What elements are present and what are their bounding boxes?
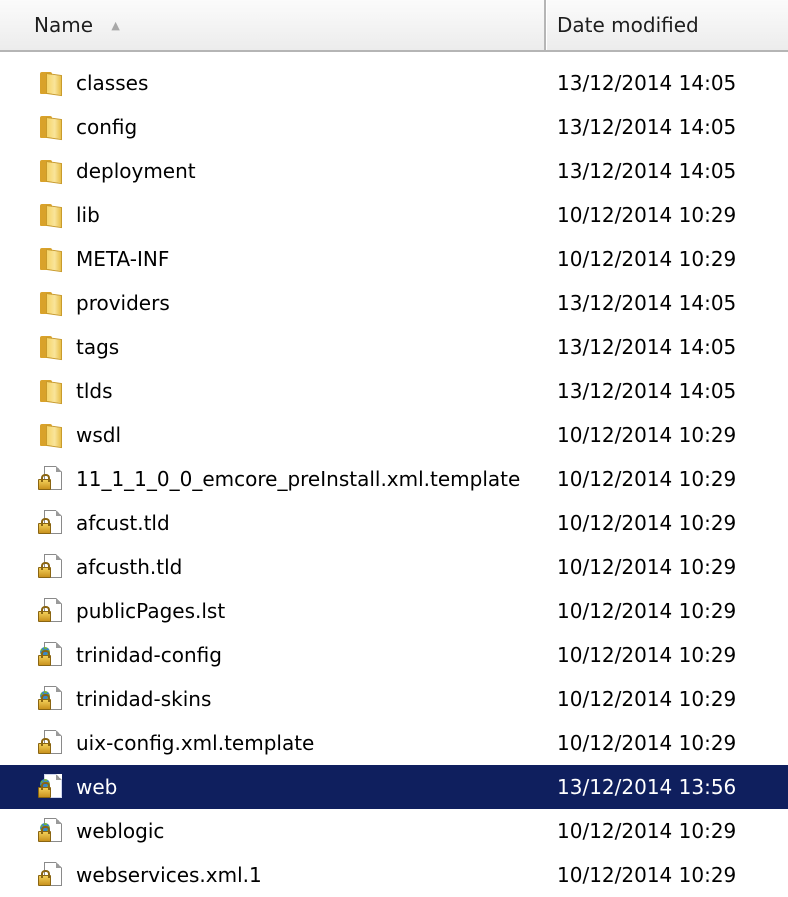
- folder-icon: [38, 158, 64, 185]
- file-row[interactable]: deployment 13/12/2014 14:05: [0, 149, 788, 193]
- file-date-modified: 13/12/2014 14:05: [557, 159, 737, 183]
- file-date-modified: 13/12/2014 14:05: [557, 379, 737, 403]
- folder-icon: [38, 246, 64, 273]
- folder-icon: [38, 422, 64, 449]
- file-date-modified: 10/12/2014 10:29: [557, 863, 737, 887]
- file-row[interactable]: config 13/12/2014 14:05: [0, 105, 788, 149]
- file-row[interactable]: lib 10/12/2014 10:29: [0, 193, 788, 237]
- folder-icon: [38, 290, 64, 317]
- file-row[interactable]: afcust.tld 10/12/2014 10:29: [0, 501, 788, 545]
- locked-file-icon: [38, 862, 64, 888]
- file-row[interactable]: trinidad-skins 10/12/2014 10:29: [0, 677, 788, 721]
- file-name: webservices.xml.1: [76, 863, 262, 887]
- file-name: classes: [76, 71, 149, 95]
- locked-file-icon: [38, 466, 64, 492]
- file-name: tags: [76, 335, 120, 359]
- file-name: trinidad-skins: [76, 687, 212, 711]
- file-date-modified: 10/12/2014 10:29: [557, 599, 737, 623]
- column-header-name[interactable]: Name ▲: [0, 0, 546, 50]
- file-row[interactable]: classes 13/12/2014 14:05: [0, 61, 788, 105]
- locked-file-icon: [38, 510, 64, 536]
- file-date-modified: 10/12/2014 10:29: [557, 731, 737, 755]
- file-date-modified: 10/12/2014 10:29: [557, 511, 737, 535]
- file-name: web: [76, 775, 118, 799]
- config-file-icon: [38, 642, 64, 668]
- file-row[interactable]: wsdl 10/12/2014 10:29: [0, 413, 788, 457]
- config-file-icon: [38, 686, 64, 712]
- file-name: trinidad-config: [76, 643, 222, 667]
- file-date-modified: 13/12/2014 14:05: [557, 115, 737, 139]
- file-name: tlds: [76, 379, 113, 403]
- column-header-name-label: Name: [34, 13, 94, 37]
- file-date-modified: 13/12/2014 14:05: [557, 291, 737, 315]
- file-row[interactable]: publicPages.lst 10/12/2014 10:29: [0, 589, 788, 633]
- file-date-modified: 13/12/2014 13:56: [557, 775, 737, 799]
- column-header-date-modified[interactable]: Date modified: [546, 0, 788, 50]
- file-date-modified: 10/12/2014 10:29: [557, 467, 737, 491]
- folder-icon: [38, 202, 64, 229]
- file-list-pane: Name ▲ Date modified classes 13/12/2014 1…: [0, 0, 788, 896]
- file-date-modified: 10/12/2014 10:29: [557, 423, 737, 447]
- file-name: config: [76, 115, 138, 139]
- folder-icon: [38, 114, 64, 141]
- file-name: providers: [76, 291, 170, 315]
- column-header: Name ▲ Date modified: [0, 0, 788, 52]
- file-name: uix-config.xml.template: [76, 731, 315, 755]
- file-name: afcusth.tld: [76, 555, 183, 579]
- locked-file-icon: [38, 730, 64, 756]
- file-name: publicPages.lst: [76, 599, 226, 623]
- file-date-modified: 10/12/2014 10:29: [557, 819, 737, 843]
- file-date-modified: 10/12/2014 10:29: [557, 643, 737, 667]
- locked-file-icon: [38, 598, 64, 624]
- file-name: afcust.tld: [76, 511, 170, 535]
- file-name: META-INF: [76, 247, 170, 271]
- column-header-date-label: Date modified: [557, 13, 699, 37]
- file-date-modified: 10/12/2014 10:29: [557, 247, 737, 271]
- file-date-modified: 10/12/2014 10:29: [557, 687, 737, 711]
- file-date-modified: 10/12/2014 10:29: [557, 203, 737, 227]
- file-name: lib: [76, 203, 100, 227]
- file-name: 11_1_1_0_0_emcore_preInstall.xml.templat…: [76, 467, 521, 491]
- folder-icon: [38, 378, 64, 405]
- file-row[interactable]: providers 13/12/2014 14:05: [0, 281, 788, 325]
- folder-icon: [38, 334, 64, 361]
- file-name: weblogic: [76, 819, 165, 843]
- file-row[interactable]: tags 13/12/2014 14:05: [0, 325, 788, 369]
- file-row[interactable]: META-INF 10/12/2014 10:29: [0, 237, 788, 281]
- file-name: wsdl: [76, 423, 122, 447]
- file-row[interactable]: web 13/12/2014 13:56: [0, 765, 788, 809]
- file-name: deployment: [76, 159, 196, 183]
- locked-file-icon: [38, 554, 64, 580]
- file-date-modified: 13/12/2014 14:05: [557, 71, 737, 95]
- config-file-icon: [38, 774, 64, 800]
- file-row[interactable]: 11_1_1_0_0_emcore_preInstall.xml.templat…: [0, 457, 788, 501]
- folder-icon: [38, 70, 64, 97]
- sort-up-icon: ▲: [111, 19, 120, 32]
- config-file-icon: [38, 818, 64, 844]
- file-row[interactable]: afcusth.tld 10/12/2014 10:29: [0, 545, 788, 589]
- file-row[interactable]: trinidad-config 10/12/2014 10:29: [0, 633, 788, 677]
- file-row[interactable]: tlds 13/12/2014 14:05: [0, 369, 788, 413]
- file-row[interactable]: webservices.xml.1 10/12/2014 10:29: [0, 853, 788, 897]
- file-list: classes 13/12/2014 14:05 config 13/12/2014 …: [0, 61, 788, 897]
- file-date-modified: 10/12/2014 10:29: [557, 555, 737, 579]
- file-date-modified: 13/12/2014 14:05: [557, 335, 737, 359]
- file-row[interactable]: uix-config.xml.template 10/12/2014 10:29: [0, 721, 788, 765]
- file-row[interactable]: weblogic 10/12/2014 10:29: [0, 809, 788, 853]
